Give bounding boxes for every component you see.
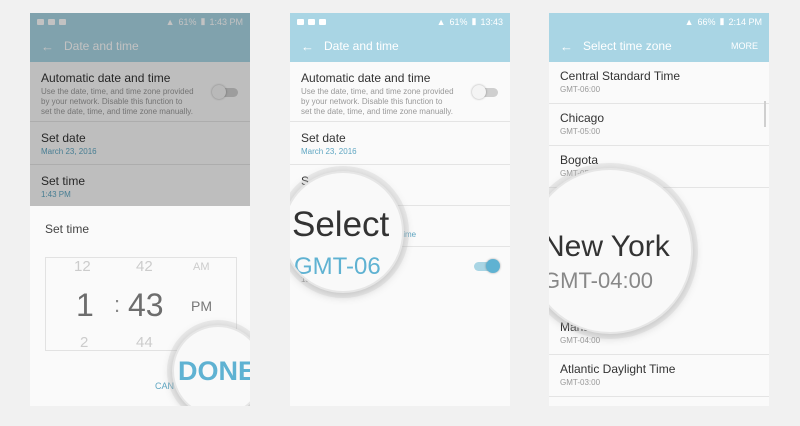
time-zone-item[interactable]: Central Standard Time GMT-06:00 <box>549 62 769 104</box>
phone-screen-select-time-zone: ▲ 66% ▮ 2:14 PM ← Select time zone MORE Cen… <box>549 13 769 406</box>
ampm-current[interactable]: PM <box>191 298 212 314</box>
minute-next[interactable]: 44 <box>136 334 153 351</box>
automatic-date-time-toggle[interactable] <box>472 85 498 99</box>
set-date-item[interactable]: Set date March 23, 2016 <box>290 122 510 165</box>
app-bar-title: Date and time <box>324 39 399 53</box>
time-zone-offset: GMT-03:00 <box>560 378 601 387</box>
time-zone-item[interactable]: Atlantic Daylight Time GMT-03:00 <box>549 355 769 397</box>
magnified-zone-name[interactable]: New York <box>549 230 670 264</box>
image-notification-icon <box>297 18 304 25</box>
battery-icon: ▮ <box>471 16 477 26</box>
status-battery-percent: 61% <box>449 16 468 27</box>
ampm-prev[interactable]: AM <box>193 261 210 273</box>
signal-icon: ▲ <box>684 16 694 27</box>
phone-screen-set-time: ▲ 61% ▮ 1:43 PM ← Date and time Automatic d… <box>30 13 250 406</box>
magnifier-new-york: New York GMT-04:00 <box>549 168 693 334</box>
time-zone-name: Bogota <box>560 153 599 167</box>
minute-prev[interactable]: 42 <box>136 258 153 275</box>
hour-current[interactable]: 1 <box>76 287 94 324</box>
hour-prev[interactable]: 12 <box>74 258 91 275</box>
magnified-zone-offset: GMT-04:00 <box>549 268 654 293</box>
phone-screen-date-time: ▲ 61% ▮ 13:43 ← Date and time Automatic dat… <box>290 13 510 406</box>
automatic-date-time-item[interactable]: Automatic date and time Use the date, ti… <box>290 62 510 122</box>
time-separator: : <box>114 292 121 317</box>
magnified-select-text: Select <box>292 205 390 244</box>
minute-current[interactable]: 43 <box>128 287 164 324</box>
time-zone-name: Atlantic Daylight Time <box>560 362 676 376</box>
24-hour-format-toggle[interactable] <box>474 259 500 273</box>
back-arrow-icon[interactable]: ← <box>301 39 314 54</box>
signal-icon: ▲ <box>436 16 446 27</box>
status-battery-percent: 66% <box>697 16 716 27</box>
time-zone-list-top: Central Standard Time GMT-06:00 Chicago GM… <box>549 62 769 188</box>
hour-next[interactable]: 2 <box>80 334 88 351</box>
automatic-date-time-desc: Use the date, time, and time zone provid… <box>301 87 454 116</box>
back-arrow-icon[interactable]: ← <box>560 39 573 54</box>
done-button[interactable]: DONE <box>178 356 250 387</box>
status-bar: ▲ 66% ▮ 2:14 PM <box>549 13 769 30</box>
time-zone-offset: GMT-05:00 <box>560 127 601 136</box>
time-zone-name: Central Standard Time <box>560 69 681 83</box>
status-time: 13:43 <box>480 16 503 27</box>
dim-overlay <box>30 13 250 206</box>
app-bar-title: Select time zone <box>583 39 672 53</box>
status-bar: ▲ 61% ▮ 13:43 <box>290 13 510 30</box>
time-zone-offset: GMT-04:00 <box>560 336 601 345</box>
app-bar: ← Date and time <box>290 30 510 62</box>
scrollbar[interactable] <box>764 101 766 127</box>
magnified-gmt-text: GMT-06 <box>294 253 381 280</box>
app-bar: ← Select time zone MORE <box>549 30 769 62</box>
dialog-title: Set time <box>45 222 90 236</box>
cancel-button[interactable]: CAN <box>155 381 174 391</box>
set-date-value: March 23, 2016 <box>301 147 357 156</box>
automatic-date-time-title: Automatic date and time <box>301 71 431 85</box>
status-time: 2:14 PM <box>728 16 762 27</box>
time-zone-offset: GMT-06:00 <box>560 85 601 94</box>
time-zone-item[interactable]: Chicago GMT-05:00 <box>549 104 769 146</box>
set-date-title: Set date <box>301 131 346 145</box>
more-button[interactable]: MORE <box>731 41 758 51</box>
mail-notification-icon <box>319 18 326 25</box>
app-notification-icon <box>308 18 315 25</box>
time-zone-name: Chicago <box>560 111 605 125</box>
battery-icon: ▮ <box>719 16 725 26</box>
